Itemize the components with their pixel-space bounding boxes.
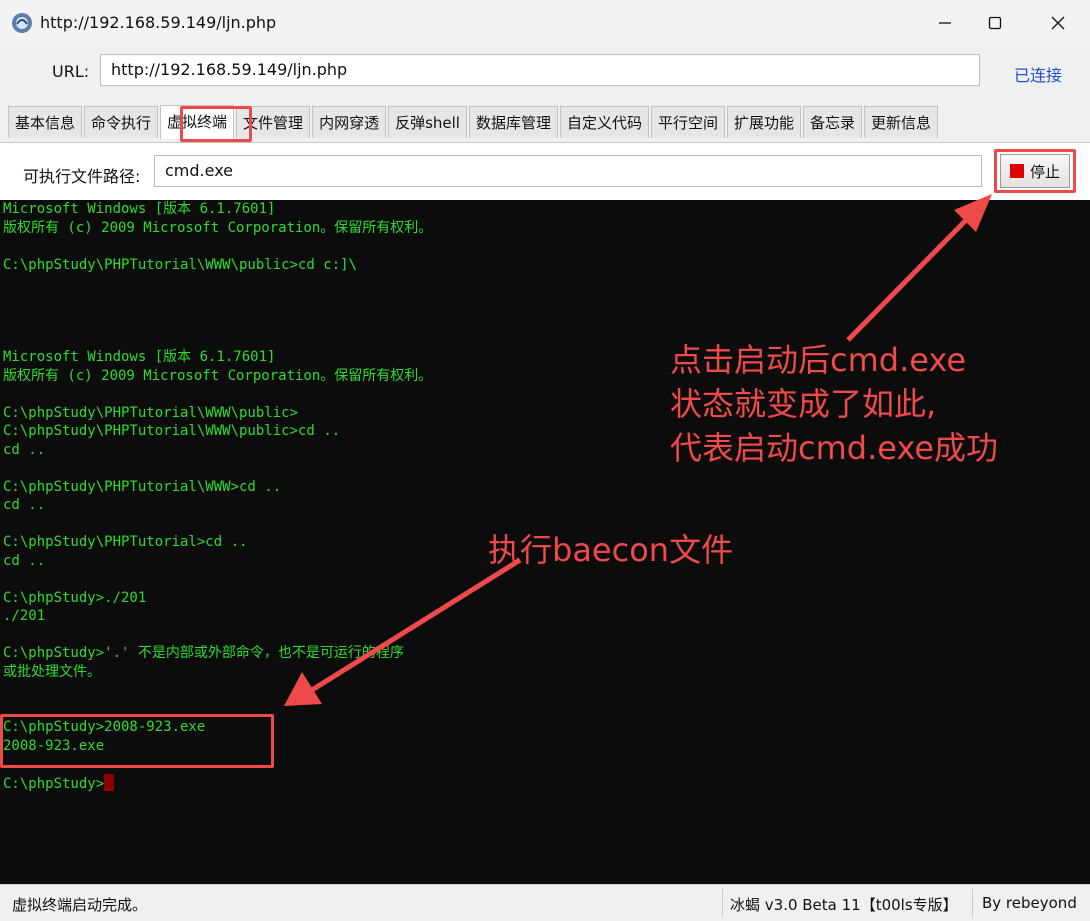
status-divider [972, 889, 973, 917]
terminal-line: C:\phpStudy> [3, 773, 115, 793]
terminal-line: C:\phpStudy\PHPTutorial\WWW\public> [3, 404, 299, 421]
terminal-line: cd .. [3, 497, 46, 513]
annotation-note-1-line-3: 代表启动cmd.exe成功 [670, 429, 999, 467]
maximize-button[interactable] [972, 6, 1018, 40]
title-bar: http://192.168.59.149/ljn.php [0, 0, 1090, 46]
terminal-line: C:\phpStudy>./201 [3, 589, 147, 606]
close-button[interactable] [1035, 6, 1081, 40]
window-title: http://192.168.59.149/ljn.php [40, 13, 277, 32]
terminal-line: C:\phpStudy>'.' 不是内部或外部命令，也不是可运行的程序 [3, 645, 404, 661]
stop-button-highlight-box [994, 149, 1076, 193]
terminal-line: C:\phpStudy\PHPTutorial>cd .. [3, 534, 248, 550]
tab-custom-code[interactable]: 自定义代码 [559, 106, 649, 138]
tab-intranet-tunnel[interactable]: 内网穿透 [312, 106, 387, 138]
status-author: By rebeyond [982, 894, 1077, 912]
annotation-note-2: 执行baecon文件 [488, 531, 734, 569]
active-tab-highlight-box [180, 106, 252, 142]
tab-updates[interactable]: 更新信息 [864, 106, 939, 138]
exec-path-input[interactable]: cmd.exe [154, 155, 982, 187]
tab-bar: 基本信息 命令执行 虚拟终端 文件管理 内网穿透 反弹shell 数据库管理 自… [8, 105, 940, 140]
exec-path-row: 可执行文件路径: cmd.exe 停止 [0, 142, 1090, 201]
maximize-icon [988, 16, 1002, 30]
terminal-line: Microsoft Windows [版本 6.1.7601] [3, 349, 276, 365]
url-input[interactable]: http://192.168.59.149/ljn.php [100, 54, 980, 86]
terminal-line: 版权所有 (c) 2009 Microsoft Corporation。保留所有… [3, 219, 433, 236]
terminal-line: 版权所有 (c) 2009 Microsoft Corporation。保留所有… [3, 367, 433, 384]
tab-database-manager[interactable]: 数据库管理 [468, 106, 558, 138]
tab-basic-info[interactable]: 基本信息 [8, 106, 83, 138]
close-icon [1051, 16, 1065, 30]
terminal-line: cd .. [3, 441, 46, 458]
annotation-note-1-line-2: 状态就变成了如此, [670, 385, 937, 423]
minimize-button[interactable] [922, 6, 968, 40]
annotation-note-1-line-1: 点击启动后cmd.exe [670, 341, 967, 379]
terminal-line: C:\phpStudy\PHPTutorial\WWW>cd .. [3, 478, 282, 495]
tab-parallel-space[interactable]: 平行空间 [651, 106, 726, 138]
status-version: 冰蝎 v3.0 Beta 11【t00ls专版】 [730, 896, 958, 914]
status-bar: 虚拟终端启动完成。 冰蝎 v3.0 Beta 11【t00ls专版】 By re… [0, 884, 1090, 921]
status-divider [722, 889, 723, 917]
minimize-icon [939, 22, 951, 24]
terminal-line: 或批处理文件。 [3, 663, 101, 680]
tab-memo[interactable]: 备忘录 [803, 106, 863, 138]
app-scorpion-icon [12, 13, 32, 33]
command-highlight-box [0, 714, 274, 768]
terminal-cursor [104, 773, 115, 791]
status-message: 虚拟终端启动完成。 [12, 896, 148, 914]
connection-status: 已连接 [1014, 66, 1063, 85]
terminal-line: C:\phpStudy\PHPTutorial\WWW\public>cd c:… [3, 256, 358, 273]
tab-command-exec[interactable]: 命令执行 [84, 106, 159, 138]
tab-reverse-shell[interactable]: 反弹shell [388, 106, 467, 138]
exec-path-label: 可执行文件路径: [23, 167, 141, 186]
terminal-line: cd .. [3, 552, 46, 569]
terminal-line: Microsoft Windows [版本 6.1.7601] [3, 201, 276, 217]
url-row: URL: http://192.168.59.149/ljn.php 已连接 [0, 46, 1090, 98]
terminal-line: C:\phpStudy\PHPTutorial\WWW\public>cd .. [3, 423, 341, 439]
tab-extensions[interactable]: 扩展功能 [727, 106, 802, 138]
terminal-line: ./201 [3, 608, 46, 624]
url-label: URL: [52, 62, 90, 81]
